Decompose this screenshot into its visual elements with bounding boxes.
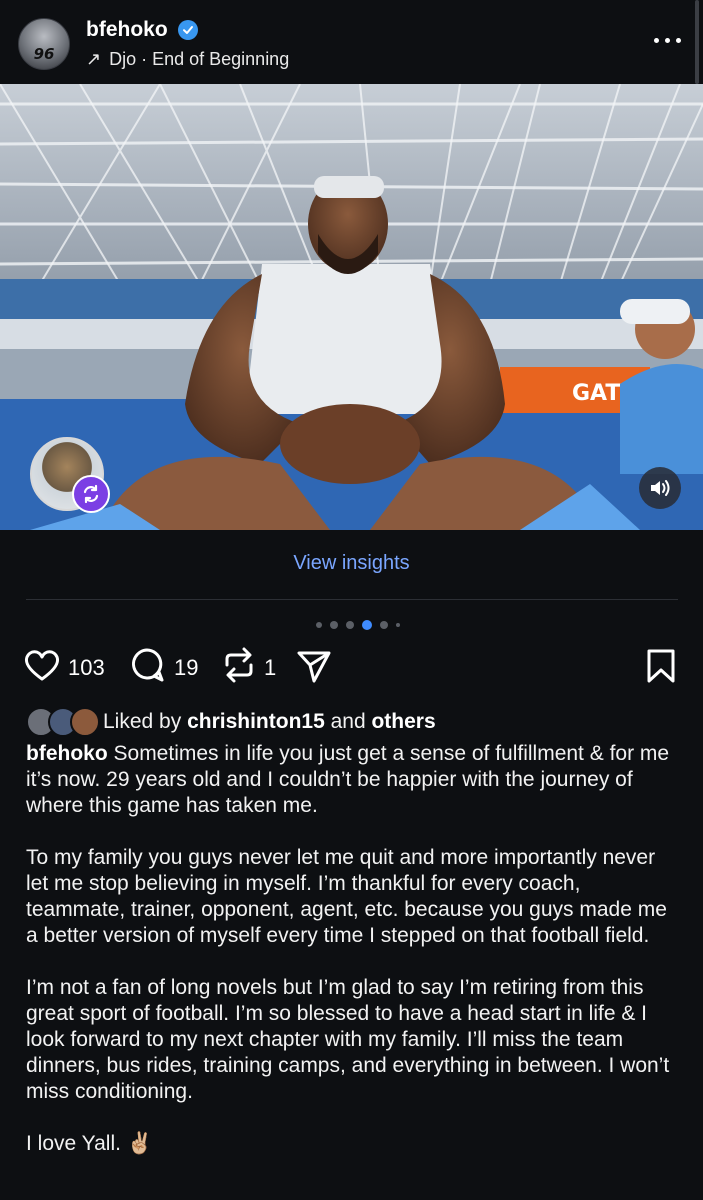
carousel-dot-active — [362, 620, 372, 630]
like-count: 103 — [68, 655, 105, 680]
view-insights-link[interactable]: View insights — [0, 552, 703, 575]
action-bar: 103 19 1 — [0, 645, 703, 695]
liked-by-others-link[interactable]: others — [371, 710, 435, 733]
post-caption: bfehoko Sometimes in life you just get a… — [26, 741, 682, 1183]
scrollbar[interactable] — [695, 0, 699, 84]
caption-paragraph: To my family you guys never let me quit … — [26, 846, 667, 947]
carousel-dot — [330, 621, 338, 629]
comment-count: 19 — [174, 655, 199, 680]
comment-button[interactable]: 19 — [128, 645, 208, 689]
caption-paragraph: Sometimes in life you just get a sense o… — [26, 742, 670, 817]
post-media-video[interactable]: GAT — [0, 84, 703, 530]
liked-by-row[interactable]: Liked by chrishinton15 and others — [26, 707, 686, 737]
caption-paragraph: I’m not a fan of long novels but I’m gla… — [26, 976, 670, 1103]
share-button[interactable] — [296, 645, 336, 689]
repost-button[interactable]: 1 — [222, 645, 282, 689]
stadium-photo: GAT — [0, 84, 703, 530]
repost-icon — [225, 647, 253, 683]
username[interactable]: bfehoko — [86, 18, 168, 42]
carousel-dot — [396, 623, 400, 627]
carousel-dot — [316, 622, 322, 628]
liker-avatar — [70, 707, 100, 737]
liked-by-text: Liked by chrishinton15 and others — [103, 710, 436, 733]
more-options-button[interactable] — [652, 30, 684, 50]
save-button[interactable] — [645, 645, 679, 689]
send-icon — [297, 651, 331, 683]
divider — [26, 599, 678, 600]
music-attribution[interactable]: ↗ Djo · End of Beginning — [86, 49, 289, 70]
trending-arrow-icon: ↗ — [86, 49, 102, 69]
liked-by-user-link[interactable]: chrishinton15 — [187, 710, 325, 733]
carousel-dot — [380, 621, 388, 629]
avatar-jersey-number: 96 — [33, 45, 55, 63]
comment-icon — [132, 648, 164, 682]
stadium-banner-text: GAT — [572, 381, 620, 406]
caption-paragraph: I love Yall. ✌🏼 — [26, 1132, 153, 1155]
speaker-icon — [651, 480, 670, 496]
user-avatar[interactable]: 96 — [18, 18, 70, 70]
remix-icon[interactable] — [72, 475, 110, 513]
sound-toggle-button[interactable] — [639, 467, 681, 509]
heart-icon — [24, 650, 60, 681]
like-button[interactable]: 103 — [22, 645, 112, 689]
repost-count: 1 — [264, 655, 277, 680]
carousel-dot — [346, 621, 354, 629]
caption-username[interactable]: bfehoko — [26, 742, 108, 765]
verified-badge-icon — [178, 20, 198, 40]
bookmark-icon — [647, 649, 675, 683]
music-track-label: Djo · End of Beginning — [109, 49, 290, 69]
post-header: 96 bfehoko ↗ Djo · End of Beginning — [0, 0, 703, 84]
